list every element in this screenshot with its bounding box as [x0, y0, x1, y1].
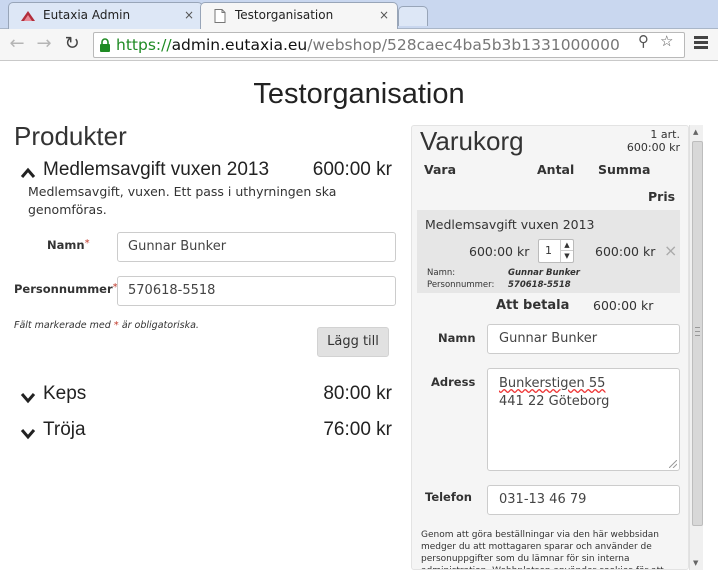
address-line: 441 22 Göteborg — [499, 394, 610, 409]
total-value: 600:00 kr — [593, 298, 654, 313]
column-header-quantity: Antal — [537, 162, 575, 177]
forward-arrow-icon[interactable]: → — [33, 33, 55, 55]
quantity-stepper[interactable]: 1 ▲ ▼ — [538, 239, 574, 263]
scroll-grip-icon — [695, 327, 700, 336]
quantity-spinner[interactable]: ▲ ▼ — [560, 240, 573, 262]
magnifier-icon[interactable]: ⚲ — [638, 32, 649, 50]
page-favicon-icon — [214, 9, 226, 23]
scrollbar-thumb[interactable] — [692, 141, 703, 526]
eutaxia-favicon-icon — [21, 11, 35, 21]
remove-item-icon[interactable]: × — [664, 243, 677, 259]
close-tab-icon[interactable]: × — [379, 3, 389, 28]
cart-title: Varukorg — [420, 126, 524, 156]
address-textarea[interactable]: Bunkerstigen 55 441 22 Göteborg — [487, 368, 680, 471]
cart-total-short: 600:00 kr — [626, 141, 680, 154]
required-footnote: Fält markerade med * är obligatoriska. — [14, 320, 199, 331]
url-path: /webshop/528caec4ba5b3b1331000000 — [307, 36, 620, 54]
detail-label: Personnummer: — [427, 280, 495, 290]
cart-item-sum: 600:00 kr — [595, 244, 656, 259]
quantity-value[interactable]: 1 — [545, 244, 552, 257]
column-header-item: Vara — [424, 162, 457, 177]
product-name: Tröja — [43, 419, 86, 440]
detail-value: 570618-5518 — [508, 280, 571, 290]
personnummer-label: Personnummer* — [14, 282, 118, 296]
products-heading: Produkter — [14, 121, 127, 151]
product-price: 80:00 kr — [323, 383, 392, 404]
detail-label: Namn: — [427, 268, 456, 278]
required-mark: * — [84, 238, 90, 249]
lock-icon — [100, 38, 110, 52]
page-title: Testorganisation — [253, 78, 465, 110]
close-tab-icon[interactable]: × — [184, 3, 194, 28]
name-input[interactable]: Gunnar Bunker — [117, 232, 396, 262]
back-arrow-icon[interactable]: ← — [6, 33, 28, 55]
detail-value: Gunnar Bunker — [508, 268, 580, 278]
decrement-arrow-icon[interactable]: ▼ — [561, 251, 573, 262]
tab-label: Testorganisation — [235, 8, 334, 22]
chevron-down-icon[interactable] — [20, 425, 36, 441]
reload-icon[interactable]: ↻ — [61, 33, 83, 55]
chevron-down-icon[interactable] — [20, 389, 36, 405]
column-header-sum: Summa — [598, 162, 651, 177]
legal-text: Genom att göra beställningar via den här… — [421, 530, 664, 569]
tab-eutaxia-admin[interactable]: Eutaxia Admin × — [8, 2, 203, 29]
phone-label: Telefon — [425, 490, 472, 504]
name-label: Namn* — [47, 238, 90, 252]
product-row[interactable]: Tröja 76:00 kr — [20, 419, 395, 447]
address-line: Bunkerstigen 55 — [499, 376, 606, 391]
product-description: Medlemsavgift, vuxen. Ett pass i uthyrni… — [28, 184, 337, 217]
hamburger-menu-icon[interactable] — [694, 36, 708, 50]
product-row[interactable]: Keps 80:00 kr — [20, 383, 395, 411]
url-host: admin.eutaxia.eu — [171, 36, 308, 54]
address-label: Adress — [431, 375, 476, 389]
cart-item-price: 600:00 kr — [469, 244, 530, 259]
checkout-name-input[interactable]: Gunnar Bunker — [487, 324, 680, 354]
scroll-up-arrow-icon[interactable]: ▲ — [693, 128, 698, 136]
product-name: Keps — [43, 383, 87, 404]
chevron-up-icon[interactable] — [20, 165, 36, 181]
browser-tabstrip: Eutaxia Admin × Testorganisation × — [0, 0, 718, 29]
star-icon[interactable]: ☆ — [660, 32, 673, 50]
cart-panel: Varukorg 1 art. 600:00 kr Vara Antal Sum… — [411, 125, 689, 570]
browser-toolbar: ← → ↻ https://admin.eutaxia.eu/webshop/5… — [0, 29, 718, 61]
tab-testorganisation[interactable]: Testorganisation × — [200, 2, 398, 29]
cart-summary: 1 art. 600:00 kr — [627, 128, 680, 154]
resize-grip-icon[interactable] — [669, 460, 677, 468]
increment-arrow-icon[interactable]: ▲ — [561, 240, 573, 251]
add-to-cart-button[interactable]: Lägg till — [317, 327, 389, 357]
personnummer-input[interactable]: 570618-5518 — [117, 276, 396, 306]
cart-item: Medlemsavgift vuxen 2013 600:00 kr 1 ▲ ▼… — [417, 210, 680, 293]
product-price: 76:00 kr — [323, 419, 392, 440]
product-price: 600:00 kr — [312, 159, 392, 180]
total-label: Att betala — [496, 298, 570, 313]
checkout-name-label: Namn — [438, 331, 476, 345]
url-scheme: https:// — [116, 36, 172, 54]
column-header-price: Pris — [648, 189, 676, 204]
product-name: Medlemsavgift vuxen 2013 — [43, 159, 270, 180]
scroll-down-arrow-icon[interactable]: ▼ — [693, 559, 698, 567]
address-bar[interactable]: https://admin.eutaxia.eu/webshop/528caec… — [93, 32, 685, 58]
new-tab-button[interactable] — [398, 6, 428, 26]
tab-label: Eutaxia Admin — [43, 8, 131, 22]
cart-item-count: 1 art. — [650, 128, 680, 141]
cart-scrollbar[interactable]: ▲ ▼ — [689, 125, 703, 570]
cart-item-name: Medlemsavgift vuxen 2013 — [425, 217, 595, 232]
phone-input[interactable]: 031-13 46 79 — [487, 485, 680, 515]
